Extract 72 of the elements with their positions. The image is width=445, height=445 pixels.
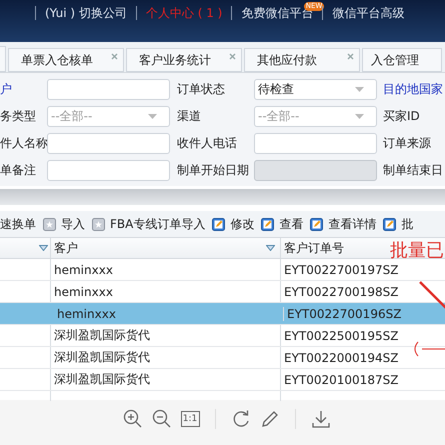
table-cell: 深圳盈凯国际货代	[54, 349, 150, 366]
panel-splitter[interactable]	[0, 189, 445, 205]
toolbar-button[interactable]: 批	[383, 216, 414, 232]
zoom-out-icon[interactable]	[152, 408, 172, 428]
table-row[interactable]: heminxxx EYT0022700197SZ	[0, 259, 445, 281]
toolbar-button[interactable]: 速换单	[0, 216, 36, 232]
table-cell: EYT0022000194SZ	[284, 350, 398, 364]
dropdown-arrow-icon[interactable]	[148, 114, 157, 119]
dropdown-field[interactable]: 待检查	[254, 79, 377, 100]
field-label: 制单结束日	[383, 162, 443, 179]
table-cell: EYT0022500195SZ	[284, 328, 398, 342]
dropdown-arrow-icon[interactable]	[355, 87, 364, 92]
header-link[interactable]: (Yui ) 切换公司	[35, 6, 136, 20]
tab[interactable]: 单票入仓核单	[8, 48, 124, 72]
star-icon	[92, 218, 105, 230]
table-cell: 深圳盈凯国际货代	[54, 371, 150, 388]
rotate-icon[interactable]	[230, 408, 250, 428]
field-label: 单备注	[0, 162, 37, 179]
table-cell: EYT0020100187SZ	[284, 372, 398, 386]
field-label: 收件人电话	[177, 135, 238, 152]
edit-icon	[310, 218, 324, 230]
table-cell: EYT0022700196SZ	[287, 306, 402, 320]
table-cell: 深圳盈凯国际货代	[54, 327, 150, 344]
field-label: 务类型	[0, 108, 37, 125]
pencil-icon[interactable]	[260, 408, 280, 428]
close-icon[interactable]	[347, 53, 354, 60]
table-cell: heminxxx	[54, 262, 113, 276]
tab[interactable]: 客户业务统计	[126, 48, 242, 72]
header-link[interactable]: 微信平台高级	[322, 6, 414, 20]
close-icon[interactable]	[111, 53, 118, 60]
toolbar-button[interactable]: FBA专线订单导入	[92, 216, 206, 232]
field-label: 制单开始日期	[177, 162, 250, 179]
annotation-text: 批量已	[390, 241, 444, 261]
sort-icon[interactable]	[39, 245, 48, 251]
dropdown-arrow-icon[interactable]	[355, 114, 364, 119]
tab[interactable]: 其他应付款	[244, 48, 360, 72]
table-row[interactable]: 深圳盈凯国际货代 EYT0022000194SZ	[0, 347, 445, 369]
input-field[interactable]	[47, 133, 170, 154]
table-cell: heminxxx	[54, 284, 113, 298]
field-label: 件人名称	[0, 135, 47, 152]
field-label: 买家ID	[383, 108, 420, 125]
table-cell: EYT0022700197SZ	[284, 262, 398, 276]
edit-icon	[261, 218, 274, 230]
download-icon[interactable]	[310, 408, 330, 428]
table-row[interactable]: 深圳盈凯国际货代 EYT0022500195SZ	[0, 325, 445, 347]
tab[interactable]: 入仓管理	[362, 48, 442, 72]
field-label: 订单状态	[177, 81, 226, 98]
field-label: 渠道	[177, 108, 202, 125]
table-row[interactable]: 深圳盈凯国际货代 EYT0020100187SZ	[0, 369, 445, 391]
field-label: 户	[0, 81, 13, 98]
table-row[interactable]: heminxxx EYT0022700196SZ	[0, 303, 445, 325]
edit-icon	[383, 218, 396, 230]
input-field[interactable]	[47, 79, 170, 100]
actual-size-button[interactable]: 1:1	[180, 410, 200, 426]
toolbar-button[interactable]: 查看详情	[310, 216, 376, 232]
table-cell: heminxxx	[57, 306, 116, 320]
tab[interactable]	[0, 46, 6, 72]
input-field[interactable]	[47, 160, 170, 181]
sort-icon[interactable]	[266, 245, 275, 251]
close-icon[interactable]	[229, 53, 236, 60]
annotation-mark	[412, 341, 445, 357]
toolbar-button[interactable]: 修改	[212, 216, 254, 232]
zoom-in-icon[interactable]	[122, 408, 142, 428]
table-cell: EYT0022700198SZ	[284, 284, 398, 298]
toolbar-button[interactable]: 导入	[43, 216, 85, 232]
column-header[interactable]: 客户订单号	[284, 240, 344, 256]
field-label: 订单来源	[383, 135, 431, 152]
edit-icon	[212, 218, 226, 230]
field-label: 目的地国家	[383, 81, 443, 98]
toolbar-button[interactable]: 查看	[261, 216, 304, 232]
input-field[interactable]	[254, 133, 377, 154]
star-icon	[43, 218, 56, 230]
